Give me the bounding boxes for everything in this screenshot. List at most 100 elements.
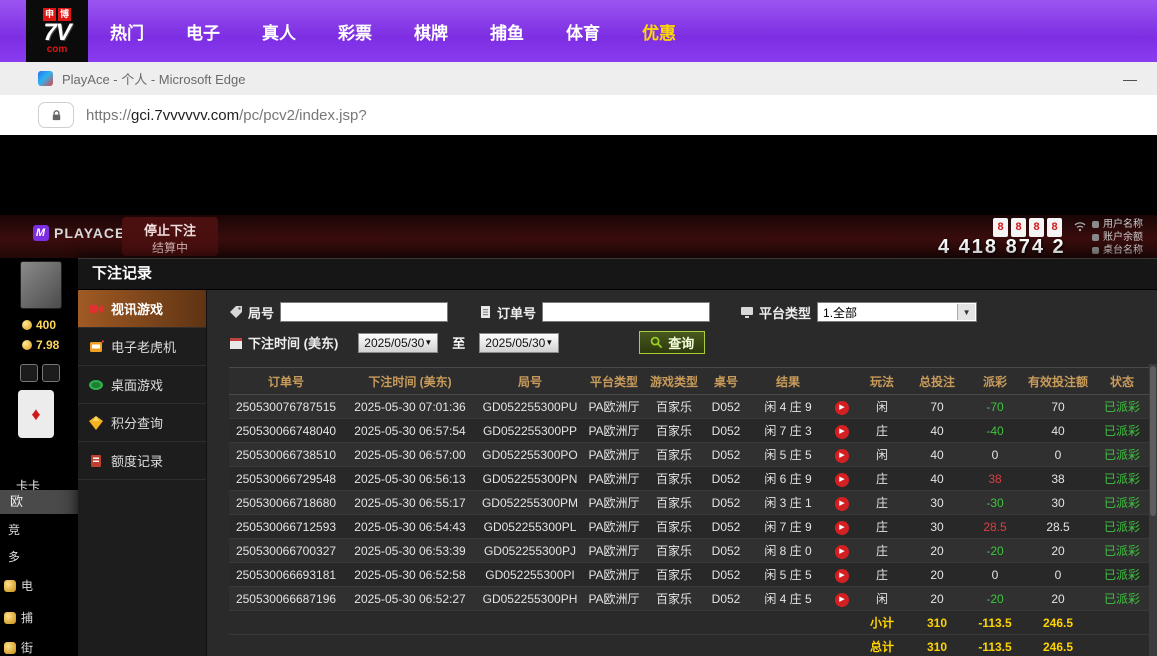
replay-button[interactable]: ▶ [835, 497, 849, 511]
table-cell: 闲 4 庄 9 [749, 395, 827, 419]
replay-button[interactable]: ▶ [835, 545, 849, 559]
table-cell: 庄 [857, 539, 907, 563]
replay-cell: ▶ [827, 539, 857, 563]
browser-titlebar: PlayAce - 个人 - Microsoft Edge — [0, 62, 1157, 96]
lock-icon [50, 109, 63, 122]
table-cell: D052 [703, 587, 749, 611]
table-cell: D052 [703, 515, 749, 539]
subtotal-row: 小计 310 -113.5 246.5 [229, 611, 1151, 635]
payout-cell: 38 [967, 467, 1023, 491]
nav-item-sports[interactable]: 体育 [566, 19, 600, 44]
table-cell: 百家乐 [645, 587, 703, 611]
minimize-button[interactable]: — [1123, 71, 1137, 87]
tab-points-inquiry[interactable]: 积分查询 [78, 404, 206, 442]
document-icon [478, 305, 492, 319]
bet-records-dialog: 下注记录 视讯游戏 [78, 258, 1157, 656]
replay-button[interactable]: ▶ [835, 593, 849, 607]
jackpot-counter: 4 418 874 2 [938, 236, 1066, 259]
payout-cell: -20 [967, 587, 1023, 611]
table-cell: 2025-05-30 06:52:27 [343, 587, 477, 611]
table-cell: PA欧洲厅 [583, 443, 645, 467]
date-to-select[interactable]: 2025/05/30 ▼ [479, 333, 559, 353]
tab-credit-records[interactable]: 额度记录 [78, 442, 206, 480]
round-number-input[interactable] [280, 302, 448, 322]
nav-item-hot[interactable]: 热门 [110, 19, 144, 44]
platform-type-label: 平台类型 [740, 303, 811, 322]
scrollbar-thumb[interactable] [1150, 366, 1156, 516]
column-header: 有效投注额 [1023, 368, 1093, 395]
table-cell: GD052255300PL [477, 515, 583, 539]
page-content: M PLAYACE 停止下注 结算中 8 8 8 8 4 418 874 2 [0, 135, 1157, 656]
nav-item-live[interactable]: 真人 [262, 19, 296, 44]
replay-button[interactable]: ▶ [835, 401, 849, 415]
wifi-icon [1073, 219, 1087, 237]
balance-value: 400 [36, 318, 56, 332]
playing-card: 8 [1011, 218, 1026, 237]
table-cell: 百家乐 [645, 491, 703, 515]
table-row: 2505300667295482025-05-30 06:56:13GD0522… [229, 467, 1151, 491]
url-prefix: https:// [86, 107, 131, 124]
nav-item-lottery[interactable]: 彩票 [338, 19, 372, 44]
tab-video-games[interactable]: 视讯游戏 [78, 290, 206, 328]
table-cell: 闲 5 庄 5 [749, 563, 827, 587]
status-cell: 已派彩 [1093, 467, 1151, 491]
platform-type-select[interactable]: 1.全部 ▼ [817, 302, 977, 322]
dialog-sidebar: 视讯游戏 电子老虎机 [78, 290, 207, 656]
nav-item-slots[interactable]: 电子 [186, 19, 220, 44]
sidebar-fragment: 捕 [4, 609, 33, 626]
table-cell: 2025-05-30 06:57:00 [343, 443, 477, 467]
nav-item-fishing[interactable]: 捕鱼 [490, 19, 524, 44]
table-cell: 庄 [857, 515, 907, 539]
date-from-select[interactable]: 2025/05/30 ▼ [358, 333, 438, 353]
url-field[interactable]: https://gci.7vvvvvv.com/pc/pcv2/index.js… [86, 107, 367, 124]
nav-item-promo[interactable]: 优惠 [642, 19, 676, 44]
status-cell: 已派彩 [1093, 491, 1151, 515]
order-number-label: 订单号 [478, 303, 536, 322]
table-cell: PA欧洲厅 [583, 491, 645, 515]
dealt-cards: 8 8 8 8 [993, 218, 1062, 237]
table-cell: 2025-05-30 06:55:17 [343, 491, 477, 515]
sidebar-fragment: 街 [4, 639, 33, 656]
order-number-input[interactable] [542, 302, 710, 322]
grand-total-payout: -113.5 [967, 635, 1023, 656]
replay-button[interactable]: ▶ [835, 521, 849, 535]
table-cell: D052 [703, 443, 749, 467]
table-cell: PA欧洲厅 [583, 395, 645, 419]
status-cell: 已派彩 [1093, 395, 1151, 419]
site-permissions-button[interactable] [38, 102, 74, 128]
tab-slot-machines[interactable]: 电子老虎机 [78, 328, 206, 366]
sidebar-fragment: 多 [8, 548, 20, 565]
balance-value: 7.98 [36, 338, 59, 352]
video-camera-icon [88, 301, 104, 317]
replay-cell: ▶ [827, 443, 857, 467]
replay-button[interactable]: ▶ [835, 473, 849, 487]
avatar [20, 261, 62, 309]
replay-button[interactable]: ▶ [835, 449, 849, 463]
slot-machine-icon [88, 339, 104, 355]
table-header-row: 订单号下注时间 (美东)局号平台类型游戏类型桌号结果玩法总投注派彩有效投注额状态 [229, 368, 1151, 395]
table-cell: D052 [703, 467, 749, 491]
playace-logo-text: PLAYACE [54, 225, 125, 241]
site-logo[interactable]: 申 博 7V com [26, 0, 88, 62]
game-table-icon [88, 377, 104, 393]
table-cell: 0 [1023, 443, 1093, 467]
grand-total-total: 310 [907, 635, 967, 656]
ledger-icon [88, 453, 104, 469]
scrollbar[interactable] [1149, 364, 1157, 656]
nav-item-board[interactable]: 棋牌 [414, 19, 448, 44]
search-button[interactable]: 查询 [639, 331, 705, 354]
replay-button[interactable]: ▶ [835, 425, 849, 439]
table-cell: D052 [703, 491, 749, 515]
table-cell: 30 [907, 515, 967, 539]
round-number-label: 局号 [229, 303, 274, 322]
table-cell: 30 [907, 491, 967, 515]
category-icon [4, 642, 16, 654]
replay-button[interactable]: ▶ [835, 569, 849, 583]
table-cell: GD052255300PJ [477, 539, 583, 563]
table-cell: 20 [907, 587, 967, 611]
replay-cell: ▶ [827, 563, 857, 587]
to-label: 至 [452, 333, 465, 352]
table-name-label: 桌台名称 [1103, 244, 1143, 257]
column-header: 状态 [1093, 368, 1151, 395]
tab-table-games[interactable]: 桌面游戏 [78, 366, 206, 404]
